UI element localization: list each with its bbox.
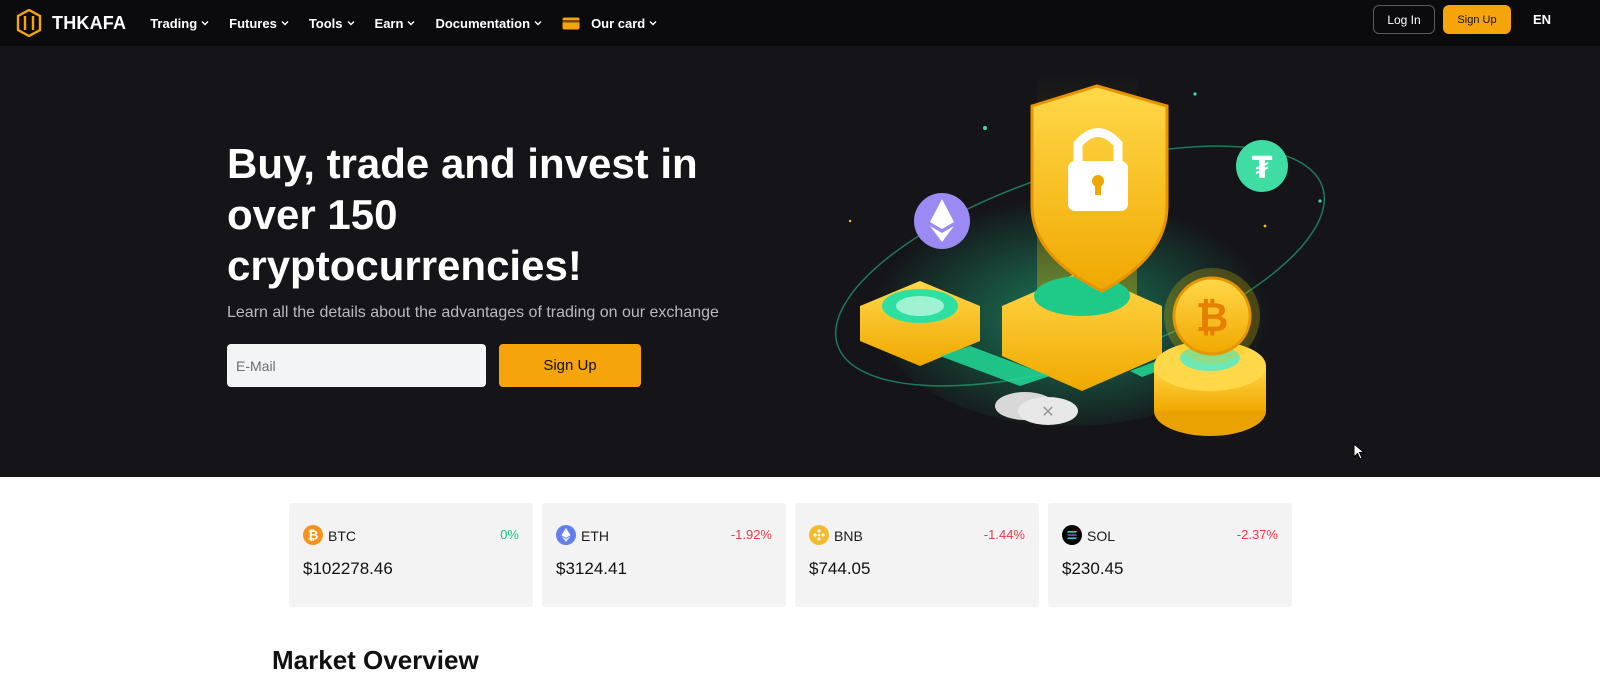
svg-text:₿: ₿	[308, 529, 319, 544]
logo-icon	[16, 9, 42, 37]
hero-subtitle: Learn all the details about the advantag…	[227, 304, 719, 321]
login-button[interactable]: Log In	[1373, 5, 1435, 34]
ticker-symbol: BNB	[834, 528, 863, 544]
ticker-change: -2.37%	[1236, 527, 1278, 542]
brand-name: THKAFA	[52, 12, 127, 33]
nav-label: Documentation	[435, 15, 531, 31]
ticker-symbol: SOL	[1087, 528, 1116, 544]
email-input[interactable]	[227, 344, 486, 387]
chevron-down-icon	[407, 21, 415, 26]
nav-earn[interactable]: Earn	[375, 16, 416, 31]
ticker-change: -1.92%	[730, 527, 772, 542]
chevron-down-icon	[534, 21, 542, 26]
nav-label: Futures	[229, 15, 277, 31]
nav-trading[interactable]: Trading	[150, 16, 209, 31]
ethereum-icon	[556, 525, 576, 545]
hero-signup-button[interactable]: Sign Up	[499, 344, 641, 387]
ticker-card-sol[interactable]: SOL -2.37% $230.45	[1048, 503, 1292, 607]
hero-illustration: ₿ ₮ ✕	[834, 76, 1326, 436]
ticker-price: $3124.41	[556, 559, 627, 578]
ticker-card-bnb[interactable]: BNB -1.44% $744.05	[795, 503, 1039, 607]
hero-title: Buy, trade and invest in over 150 crypto…	[227, 140, 698, 289]
ticker-cards: ₿ BTC 0% $102278.46 ETH -1.92% $3124.41 …	[289, 503, 1292, 607]
nav-label: Tools	[308, 15, 343, 31]
svg-text:✕: ✕	[1041, 402, 1054, 421]
solana-icon	[1062, 525, 1082, 545]
ticker-price: $230.45	[1062, 559, 1124, 578]
mouse-cursor-icon	[1353, 443, 1365, 460]
signup-button[interactable]: Sign Up	[1443, 5, 1511, 34]
bnb-icon	[809, 525, 829, 545]
market-overview-title: Market Overview	[272, 645, 479, 675]
nav-our-card[interactable]: Our card	[562, 16, 657, 31]
ticker-card-eth[interactable]: ETH -1.92% $3124.41	[542, 503, 786, 607]
top-navbar: THKAFA Trading Futures Tools Earn Docume…	[0, 0, 1600, 46]
ticker-change: -1.44%	[983, 527, 1025, 542]
chevron-down-icon	[201, 21, 209, 26]
svg-text:₮: ₮	[1252, 151, 1273, 186]
chevron-down-icon	[281, 21, 289, 26]
nav-label: Earn	[374, 15, 404, 31]
nav-futures[interactable]: Futures	[229, 16, 289, 31]
ticker-change: 0%	[500, 527, 519, 542]
ticker-card-btc[interactable]: ₿ BTC 0% $102278.46	[289, 503, 533, 607]
hero-section: Buy, trade and invest in over 150 crypto…	[0, 46, 1600, 477]
nav-documentation[interactable]: Documentation	[435, 16, 542, 31]
credit-card-icon	[562, 17, 580, 29]
ticker-symbol: BTC	[328, 528, 356, 544]
ticker-price: $744.05	[809, 559, 871, 578]
nav-label: Trading	[150, 15, 198, 31]
svg-text:₿: ₿	[1196, 295, 1229, 341]
nav-label: Our card	[591, 15, 646, 31]
logo[interactable]: THKAFA	[16, 9, 126, 37]
ticker-symbol: ETH	[581, 528, 609, 544]
nav-tools[interactable]: Tools	[309, 16, 355, 31]
bitcoin-icon: ₿	[303, 525, 323, 545]
chevron-down-icon	[649, 21, 657, 26]
chevron-down-icon	[347, 21, 355, 26]
language-selector[interactable]: EN	[1533, 12, 1551, 27]
ticker-price: $102278.46	[303, 559, 393, 578]
main-nav: Trading Futures Tools Earn Documentation…	[150, 16, 657, 31]
